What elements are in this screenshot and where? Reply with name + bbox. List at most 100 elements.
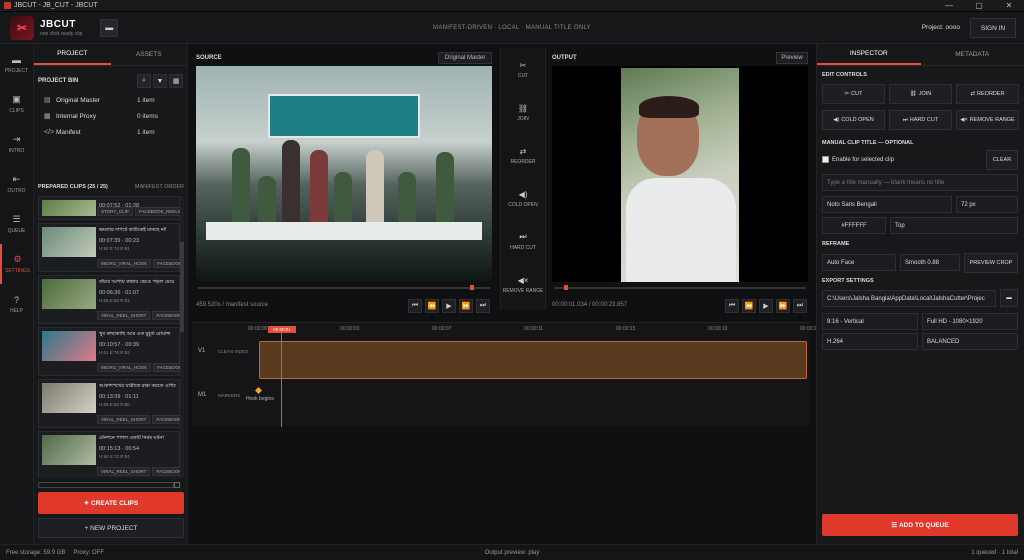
source-mode-pill[interactable]: Original Master [438, 52, 492, 64]
source-scrubber[interactable] [198, 287, 490, 289]
nav-item-intro[interactable]: ⇥ INTRO [0, 124, 33, 164]
close-button[interactable]: ✕ [994, 1, 1024, 10]
nav-item-settings[interactable]: ⚙ SETTINGS [0, 244, 33, 284]
clips-sort-label[interactable]: MANIFEST ORDER [135, 184, 184, 190]
text-color-field[interactable]: #FFFFFF [822, 217, 886, 234]
output-fast-forward-button[interactable]: ⏩ [776, 299, 790, 313]
prepared-clips-title: PREPARED CLIPS (25 / 25) [38, 184, 108, 190]
inspector-join-button[interactable]: ⛓ JOIN [889, 84, 952, 104]
maximize-button[interactable]: ▢ [964, 1, 994, 10]
clip-card[interactable]: 00:07:52 · 01:28H:63 E:68 R:81STORY_CLIP… [38, 196, 180, 220]
skip-forward-icon: ⏭ [479, 302, 487, 309]
clip-card[interactable]: টেনশনে পাগল একটি নির্মম ঘটনা 00:15:13 · 0… [38, 431, 180, 478]
nav-item-clips[interactable]: ▣ CLIPS [0, 84, 33, 124]
output-mode-pill[interactable]: Preview [776, 52, 808, 64]
resolution-select[interactable]: Full HD - 1080×1920 [922, 313, 1018, 330]
output-rewind-button[interactable]: ⏪ [742, 299, 756, 313]
playhead[interactable] [281, 327, 282, 427]
clip-card[interactable]: বাঁচার আশায় কান্নায় ভেঙে পড়ল মেয়ে 00:… [38, 275, 180, 324]
create-clips-button[interactable]: ✦ CREATE CLIPS [38, 492, 184, 514]
output-skip-back-button[interactable]: ⏮ [725, 299, 739, 313]
create-clips-label: CREATE CLIPS [91, 499, 139, 507]
clip-card[interactable]: আকাশপথের যাত্রীকে রক্ষা করতে এগিয়ে এল 00… [38, 379, 180, 428]
preview-crop-button[interactable]: PREVIEW CROP [964, 253, 1018, 273]
enable-title-checkbox[interactable]: Enable for selected clip [822, 156, 894, 163]
scroll-right-button[interactable] [174, 482, 180, 488]
output-scrubber[interactable] [554, 287, 806, 289]
smooth-field[interactable]: Smooth 0.88 [900, 254, 960, 271]
source-skip-forward-button[interactable]: ⏭ [476, 299, 490, 313]
edit-tool-reorder[interactable]: ⇄ REORDER [501, 134, 545, 177]
output-skip-forward-button[interactable]: ⏭ [793, 299, 807, 313]
export-path-field[interactable]: C:\Users\Jalsha Bangla\AppData\Local\Jal… [822, 290, 996, 307]
source-scrubber-handle[interactable] [470, 285, 474, 290]
timeline-ruler[interactable]: 00:00:00 00:00:03 00:00:07 00:00:11 00:00:15… [248, 324, 817, 334]
window-title: JBCUT - JB_CUT - JBCUT [14, 2, 98, 9]
search-icon[interactable]: ⌕ [137, 74, 151, 88]
nav-item-outro[interactable]: ⇤ OUTRO [0, 164, 33, 204]
table-image [206, 222, 482, 240]
link-icon: ⛓ [517, 103, 529, 113]
source-skip-back-button[interactable]: ⏮ [408, 299, 422, 313]
nav-item-queue[interactable]: ☰ QUEUE [0, 204, 33, 244]
add-to-queue-button[interactable]: ☰ ADD TO QUEUE [822, 514, 1018, 536]
edit-tool-hard-cut[interactable]: ⏭ HARD CUT [501, 220, 545, 263]
inspector-reorder-button[interactable]: ⇄ REORDER [956, 84, 1019, 104]
bin-item-count: 0 items [137, 112, 158, 120]
title-input[interactable]: Type a title manually — blank means no t… [822, 174, 1018, 191]
tab-inspector[interactable]: INSPECTOR [817, 44, 921, 65]
clip-list-scrollbar[interactable] [180, 196, 184, 478]
source-play-button[interactable]: ▶ [442, 299, 456, 313]
minimize-button[interactable]: — [934, 1, 964, 10]
clip-card[interactable]: খুব কাছাকাছি আর এক মুহূর্ত রোমান্স 00:10:… [38, 327, 180, 376]
tab-project[interactable]: PROJECT [34, 44, 111, 65]
font-size-field[interactable]: 72 px [956, 196, 1018, 213]
clear-button[interactable]: CLEAR [986, 150, 1018, 170]
title-position-select[interactable]: Top [890, 217, 1018, 234]
aspect-select[interactable]: 9:16 - Vertical [822, 313, 918, 330]
clip-tag: FACEBOOK_REELS [152, 467, 180, 476]
edit-tool-cold-open[interactable]: ◀) COLD OPEN [501, 177, 545, 220]
inspector-hard-cut-button[interactable]: ⏭ HARD CUT [889, 110, 952, 130]
edit-tool-label: JOIN [517, 115, 529, 122]
edit-tool-remove-range[interactable]: ◀× REMOVE RANGE [501, 263, 545, 306]
font-select[interactable]: Noto Sans Bengali [822, 196, 952, 213]
nav-item-help[interactable]: ? HELP [0, 284, 33, 324]
reframe-mode-select[interactable]: Auto Face [822, 254, 896, 271]
bin-row[interactable]: ▤ Original Master 1 item [34, 92, 187, 108]
inspector-cold-open-button[interactable]: ◀) COLD OPEN [822, 110, 885, 130]
playhead-tag[interactable]: 00:00:01 [268, 326, 296, 333]
preset-select[interactable]: BALANCED [922, 333, 1018, 350]
swap-icon: ⇄ [519, 146, 527, 156]
tab-metadata[interactable]: METADATA [921, 44, 1024, 65]
source-fast-forward-button[interactable]: ⏩ [459, 299, 473, 313]
nav-item-project[interactable]: ▬ PROJECT [0, 44, 33, 84]
edit-tool-join[interactable]: ⛓ JOIN [501, 91, 545, 134]
checkbox-icon[interactable] [822, 156, 829, 163]
open-folder-button[interactable]: ▬ [100, 18, 119, 37]
cold-open-icon: ◀) [518, 189, 528, 199]
source-rewind-button[interactable]: ⏪ [425, 299, 439, 313]
output-play-button[interactable]: ▶ [759, 299, 773, 313]
edit-tool-cut[interactable]: ✂ CUT [501, 48, 545, 91]
output-scrubber-handle[interactable] [564, 285, 568, 290]
inspector-cut-button[interactable]: ✂ CUT [822, 84, 885, 104]
bin-row[interactable]: </> Manifest 1 item [34, 124, 187, 140]
enter-icon: ⇥ [12, 134, 21, 144]
clip-tag: FACEBOOK_REELS [153, 363, 180, 372]
timeline-video-clip[interactable] [259, 341, 807, 379]
clip-card[interactable]: ক্ষমতার দাপটে কাউকেই মানছে না! 00:07:39 ·… [38, 223, 180, 272]
inspector-remove-range-button[interactable]: ◀× REMOVE RANGE [956, 110, 1019, 130]
new-project-button[interactable]: + NEW PROJECT [38, 518, 184, 538]
grid-view-icon[interactable]: ▦ [169, 74, 183, 88]
bin-row[interactable]: ▦ Internal Proxy 0 items [34, 108, 187, 124]
horizontal-scrollbar[interactable] [38, 482, 174, 488]
filter-icon[interactable]: ▼ [153, 74, 167, 88]
tab-assets[interactable]: ASSETS [111, 44, 188, 65]
clip-thumbnail [42, 279, 96, 309]
sign-in-button[interactable]: SIGN IN [970, 18, 1016, 38]
browse-folder-button[interactable]: ▬ [1000, 289, 1018, 307]
clip-thumbnail [42, 227, 96, 257]
codec-select[interactable]: H.264 [822, 333, 918, 350]
clip-title: বাঁচার আশায় কান্নায় ভেঙে পড়ল মেয়ে [99, 279, 175, 285]
